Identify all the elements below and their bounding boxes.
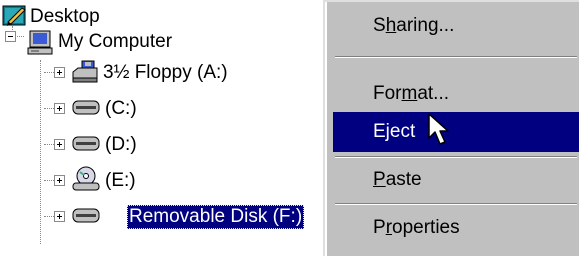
expand-toggle[interactable] (54, 67, 65, 78)
menu-item-label: aste (385, 169, 422, 190)
tree-item-label: My Computer (58, 31, 173, 52)
desktop-icon (2, 5, 26, 26)
expand-toggle[interactable] (54, 139, 65, 150)
menu-item-accelerator: P (373, 169, 386, 190)
tree-item-label: Desktop (30, 6, 100, 27)
tree-line (40, 60, 41, 244)
tree-item-label: 3½ Floppy (A:) (103, 62, 228, 83)
removable-disk-icon (72, 208, 100, 223)
menu-item-accelerator: h (385, 15, 397, 36)
hard-drive-icon (72, 136, 100, 151)
menu-item-accelerator: m (401, 83, 418, 104)
tree-item-label: (C:) (105, 98, 137, 119)
expand-toggle[interactable] (54, 175, 65, 186)
menu-item-label: operties (392, 217, 460, 238)
menu-item-label: P (373, 217, 386, 238)
menu-item-eject[interactable]: Eject (333, 112, 579, 152)
computer-icon (27, 30, 53, 55)
menu-item-label: aring... (396, 15, 455, 36)
menu-item-format[interactable]: Format... (333, 74, 579, 114)
collapse-toggle[interactable] (5, 31, 16, 42)
tree-item-label: Removable Disk (F:) (127, 205, 305, 229)
menu-item-properties[interactable]: Properties (333, 208, 579, 248)
menu-separator (335, 203, 577, 205)
tree-item-label: (D:) (105, 134, 137, 155)
menu-item-label: S (373, 15, 386, 36)
menu-separator (335, 56, 577, 58)
mouse-pointer-icon (428, 113, 449, 145)
floppy-drive-icon (72, 60, 98, 83)
menu-item-label: Eject (373, 121, 416, 142)
menu-item-sharing[interactable]: Sharing... (333, 6, 579, 46)
hard-drive-icon (72, 100, 100, 115)
menu-separator (335, 156, 577, 158)
menu-item-paste[interactable]: Paste (333, 160, 579, 200)
expand-toggle[interactable] (54, 103, 65, 114)
expand-toggle[interactable] (54, 211, 65, 222)
menu-item-label: For (373, 83, 402, 104)
menu-item-label: at... (417, 83, 450, 104)
cd-drive-icon (72, 166, 100, 191)
tree-item-label: (E:) (105, 170, 136, 191)
folder-tree: Desktop My Computer 3½ Floppy (A:) (C:) (0, 0, 330, 256)
